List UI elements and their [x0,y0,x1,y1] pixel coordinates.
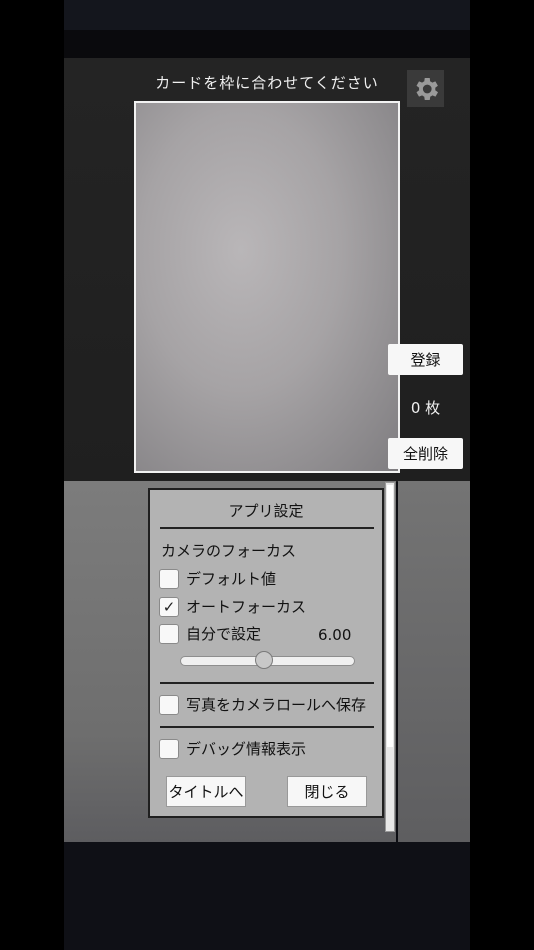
status-bar [64,0,470,30]
default-value-checkbox[interactable] [159,568,179,589]
focus-section-title: カメラのフォーカス [161,542,297,560]
checkmark-icon: ✓ [162,597,176,616]
top-bar [64,30,470,58]
gear-icon [416,77,438,100]
option-label: デバッグ情報表示 [186,740,307,758]
panel-scrollbar[interactable] [385,482,395,832]
register-button[interactable]: 登録 [388,344,463,375]
side-list-area [398,481,470,842]
focus-slider[interactable] [180,651,355,669]
delete-all-button[interactable]: 全削除 [388,438,463,469]
settings-panel: アプリ設定 カメラのフォーカス デフォルト値 ✓ オートフォーカス 自分で設定 … [148,488,384,818]
panel-title: アプリ設定 [228,502,304,520]
debug-info-option[interactable]: デバッグ情報表示 [159,738,306,759]
settings-button[interactable] [407,70,444,107]
app-screen: カードを枠に合わせてください 登録 0 枚 全削除 アプリ設定 カメラのフォーカ… [64,0,470,950]
autofocus-option[interactable]: ✓ オートフォーカス [159,596,306,617]
option-label: 写真をカメラロールへ保存 [186,696,367,714]
close-button[interactable]: 閉じる [287,776,367,807]
debug-info-checkbox[interactable] [159,738,179,759]
to-title-button[interactable]: タイトルへ [166,776,246,807]
card-frame [134,101,400,473]
scrollbar-thumb[interactable] [387,485,393,747]
focus-slider-knob[interactable] [255,651,274,669]
bottom-bar [64,842,470,950]
default-value-option[interactable]: デフォルト値 [159,568,276,589]
save-to-roll-checkbox[interactable] [159,694,179,715]
manual-focus-checkbox[interactable] [159,623,179,644]
divider [160,527,374,529]
option-label: オートフォーカス [186,598,307,616]
option-label: デフォルト値 [186,570,277,588]
divider [160,726,374,728]
option-label: 自分で設定 [186,625,262,643]
focus-value: 6.00 [318,626,352,644]
save-to-roll-option[interactable]: 写真をカメラロールへ保存 [159,694,366,715]
divider [160,682,374,684]
card-count: 0 枚 [410,399,441,417]
manual-focus-option[interactable]: 自分で設定 [159,623,261,644]
autofocus-checkbox[interactable]: ✓ [159,596,179,617]
